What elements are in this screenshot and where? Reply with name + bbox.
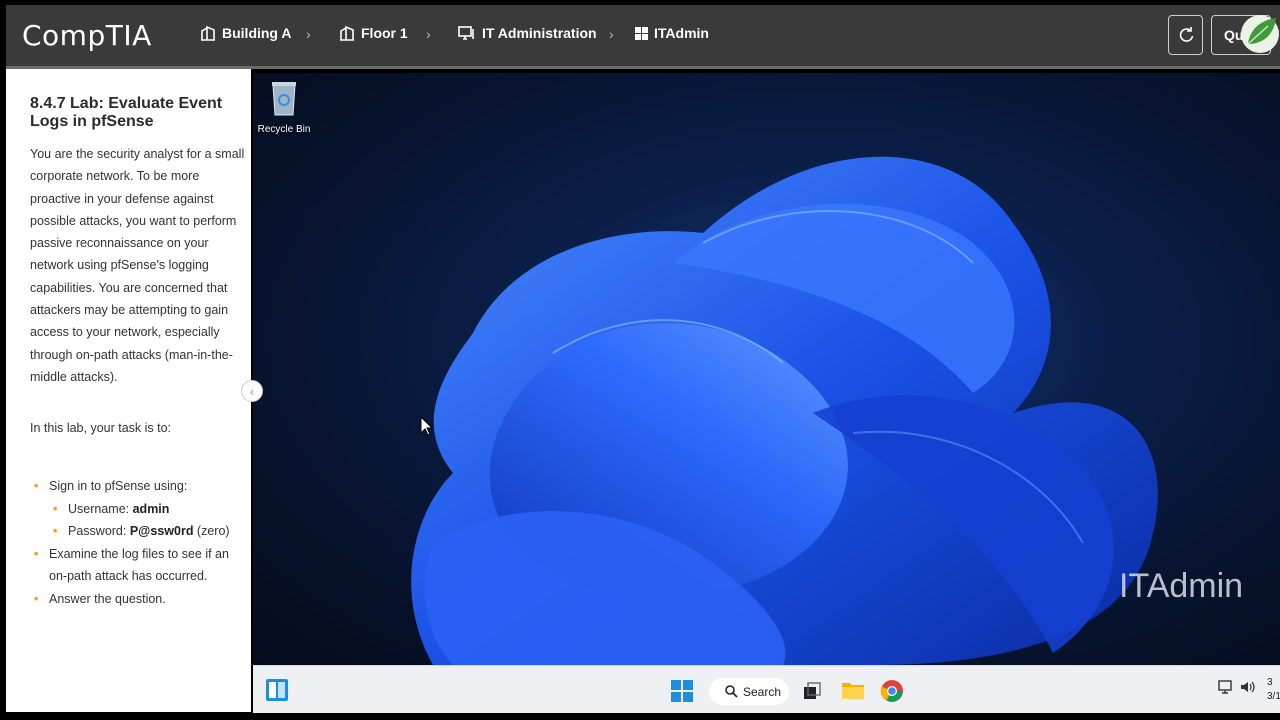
lab-description: You are the security analyst for a small… <box>30 147 245 384</box>
task-signin: Sign in to pfSense using: <box>49 479 188 493</box>
password-label: Password: <box>68 524 130 538</box>
comptia-logo: CompTIA <box>22 19 152 52</box>
system-tray <box>1218 680 1256 694</box>
taskbar-clock[interactable]: 3 3/1 <box>1267 676 1280 704</box>
breadcrumb-separator: › <box>426 26 431 42</box>
lab-title: 8.4.7 Lab: Evaluate Event Logs in pfSens… <box>30 95 223 130</box>
chrome-button[interactable] <box>880 679 904 703</box>
task-view-button[interactable] <box>803 682 821 700</box>
task-item: Answer the question. <box>30 588 245 611</box>
chevron-left-icon: ‹ <box>249 383 255 399</box>
windows-desktop[interactable]: Recycle Bin ITAdmin <box>253 73 1280 665</box>
password-note: (zero) <box>193 524 230 538</box>
breadcrumb-it-administration[interactable]: IT Administration <box>458 25 597 41</box>
search-icon <box>725 685 738 698</box>
lab-header: CompTIA Building A › Floor 1 › IT Admini… <box>6 5 1280 69</box>
widgets-icon <box>266 679 288 701</box>
username-value: admin <box>132 501 170 516</box>
task-view-icon <box>804 682 821 699</box>
refresh-icon <box>1179 27 1193 42</box>
volume-icon[interactable] <box>1240 680 1256 694</box>
password-value: P@ssw0rd <box>129 524 194 538</box>
building-icon <box>340 25 354 41</box>
breadcrumb-label: IT Administration <box>482 25 597 41</box>
instructions-panel: 8.4.7 Lab: Evaluate Event Logs in pfSens… <box>6 69 251 712</box>
breadcrumb-building-a[interactable]: Building A <box>200 25 291 41</box>
clock-date: 3/1 <box>1267 691 1280 702</box>
chrome-icon <box>880 680 903 702</box>
task-examine: Examine the log files to see if an on-pa… <box>49 546 229 584</box>
task-list: Sign in to pfSense using: Username: admi… <box>30 475 245 610</box>
windows-start-icon <box>671 680 693 702</box>
reset-button[interactable] <box>1168 15 1203 55</box>
building-icon <box>201 25 215 41</box>
task-item: Examine the log files to see if an on-pa… <box>30 543 245 588</box>
breadcrumb-itadmin[interactable]: ITAdmin <box>635 25 709 41</box>
folder-icon <box>842 683 864 699</box>
computer-icon <box>458 26 474 40</box>
recycle-bin-icon <box>272 82 296 116</box>
desktop-watermark: ITAdmin <box>1119 567 1244 605</box>
search-label: Search <box>743 684 782 699</box>
start-button[interactable] <box>671 680 693 702</box>
breadcrumb-separator: › <box>306 26 311 42</box>
breadcrumb-separator: › <box>609 26 614 42</box>
taskbar-search[interactable]: Search <box>709 678 789 705</box>
breadcrumb-label: Floor 1 <box>361 25 408 41</box>
task-subitem: Password: P@ssw0rd (zero) <box>49 520 245 543</box>
windows-taskbar: Search 3 3/1 <box>253 665 1280 713</box>
username-label: Username: <box>68 501 133 516</box>
recycle-bin-label: Recycle Bin <box>257 124 311 135</box>
file-explorer-button[interactable] <box>841 680 865 700</box>
breadcrumb-label: Building A <box>222 25 292 41</box>
task-intro: In this lab, your task is to: <box>30 421 172 435</box>
network-icon[interactable] <box>1218 680 1234 694</box>
channel-leaf-logo <box>1241 15 1279 53</box>
breadcrumb-floor-1[interactable]: Floor 1 <box>339 25 408 41</box>
task-answer: Answer the question. <box>49 591 166 606</box>
task-subitem: Username: admin <box>49 498 245 521</box>
clock-time: 3 <box>1267 677 1273 688</box>
recycle-bin-shortcut[interactable]: Recycle Bin <box>253 79 315 135</box>
widgets-button[interactable] <box>265 678 289 702</box>
collapse-panel-button[interactable]: ‹ <box>241 380 263 402</box>
breadcrumb-label: ITAdmin <box>654 25 709 41</box>
windows-icon <box>635 26 648 40</box>
task-item: Sign in to pfSense using: Username: admi… <box>30 475 245 543</box>
mouse-cursor-icon <box>420 416 434 436</box>
